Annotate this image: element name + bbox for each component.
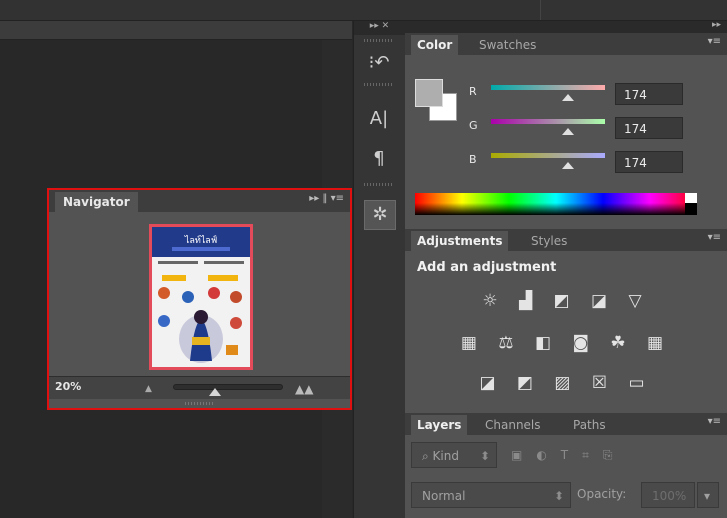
collapsed-panel-strip: ▸▸ ✕ ⁝↶ A| ¶ ✲ [353, 21, 406, 518]
document-header [0, 21, 352, 40]
spectrum-black-swatch[interactable] [685, 203, 697, 215]
zoom-out-icon[interactable]: ▲ [145, 384, 152, 394]
spectrum-white-swatch[interactable] [685, 193, 697, 203]
dock-collapse-icon[interactable]: ▸▸ [712, 20, 721, 30]
navigator-icon[interactable]: ✲ [364, 200, 396, 230]
tab-styles[interactable]: Styles [525, 231, 573, 251]
blue-slider-handle[interactable] [562, 162, 574, 169]
navigator-zoom-bar: 20% ▲ ▲▲ [49, 376, 350, 399]
chevron-updown-icon: ⬍ [479, 449, 490, 463]
thumbnail-title: ไลท์ไลฟ์ [184, 234, 217, 246]
tab-layers[interactable]: Layers [411, 415, 468, 435]
opacity-field[interactable]: 100% [641, 482, 695, 508]
blend-mode-value: Normal [422, 489, 466, 503]
red-channel-slider[interactable] [491, 85, 605, 90]
adjustments-tabbar: Adjustments Styles ▾≡ [405, 229, 727, 251]
right-panel-column: ▸▸ Color Swatches ▾≡ R 174 G 174 B 174 A… [405, 20, 727, 518]
layers-tabbar: Layers Channels Paths ▾≡ [405, 413, 727, 435]
adjustment-icons-row-1[interactable]: ☼ ▟ ◩ ◪ ▽ [405, 291, 727, 311]
adjustments-heading: Add an adjustment [417, 260, 557, 275]
navigator-thumbnail[interactable]: ไลท์ไลฟ์ [149, 224, 253, 370]
chevron-updown-icon: ⬍ [553, 489, 564, 503]
adjustment-icons-row-3[interactable]: ◪ ◩ ▨ ☒ ▭ [405, 373, 727, 393]
blue-value-field[interactable]: 174 [615, 151, 683, 173]
navigator-tabbar: Navigator ▸▸ ‖ ▾≡ [49, 190, 350, 212]
tab-navigator[interactable]: Navigator [55, 192, 138, 212]
grip-handle[interactable] [364, 83, 394, 86]
opacity-label: Opacity: [577, 487, 627, 501]
adjustment-icons-row-2[interactable]: ▦ ⚖ ◧ ◙ ☘ ▦ [405, 333, 727, 353]
foreground-color-swatch[interactable] [415, 79, 443, 107]
grip-handle[interactable] [364, 183, 394, 186]
zoom-percentage[interactable]: 20% [55, 380, 81, 393]
tab-paths[interactable]: Paths [567, 415, 612, 435]
top-bar [0, 0, 727, 21]
color-tabbar: Color Swatches ▾≡ [405, 33, 727, 55]
history-icon[interactable]: ⁝↶ [364, 49, 394, 77]
character-icon[interactable]: A| [364, 105, 394, 133]
blue-channel-label: B [469, 153, 477, 166]
layer-filter-icons[interactable]: ▣◐T⌗⎘ [501, 442, 727, 468]
dock-header: ▸▸ [405, 20, 727, 33]
color-panel-menu-icon[interactable]: ▾≡ [708, 36, 721, 47]
adjustments-panel-menu-icon[interactable]: ▾≡ [708, 232, 721, 243]
filter-kind-label: Kind [432, 449, 459, 463]
zoom-slider[interactable] [173, 384, 283, 390]
zoom-slider-handle[interactable] [209, 388, 221, 396]
navigator-panel: Navigator ▸▸ ‖ ▾≡ ไลท์ไลฟ์ 20% ▲ ▲▲ [47, 188, 352, 410]
strip-collapse-controls[interactable]: ▸▸ ✕ [354, 21, 405, 35]
tab-swatches[interactable]: Swatches [473, 35, 542, 55]
tab-channels[interactable]: Channels [479, 415, 547, 435]
green-channel-slider[interactable] [491, 119, 605, 124]
color-spectrum-bar[interactable] [415, 193, 697, 215]
navigator-panel-menu[interactable]: ▸▸ ‖ ▾≡ [309, 193, 344, 204]
top-bar-segment [540, 0, 727, 20]
navigator-resize-grip[interactable] [185, 402, 215, 405]
green-value-field[interactable]: 174 [615, 117, 683, 139]
search-icon: ⌕ [422, 449, 433, 463]
green-slider-handle[interactable] [562, 128, 574, 135]
opacity-dropdown-icon[interactable]: ▾ [697, 482, 719, 508]
paragraph-icon[interactable]: ¶ [364, 145, 394, 173]
thumbnail-image: ไลท์ไลฟ์ [152, 227, 250, 363]
layers-panel-menu-icon[interactable]: ▾≡ [708, 416, 721, 427]
red-value-field[interactable]: 174 [615, 83, 683, 105]
blend-mode-select[interactable]: Normal ⬍ [411, 482, 571, 508]
grip-handle[interactable] [364, 39, 394, 42]
tab-adjustments[interactable]: Adjustments [411, 231, 509, 251]
blue-channel-slider[interactable] [491, 153, 605, 158]
red-slider-handle[interactable] [562, 94, 574, 101]
layer-filter-kind-select[interactable]: ⌕ Kind ⬍ [411, 442, 497, 468]
red-channel-label: R [469, 85, 477, 98]
green-channel-label: G [469, 119, 478, 132]
tab-color[interactable]: Color [411, 35, 459, 55]
zoom-in-icon[interactable]: ▲▲ [295, 382, 313, 396]
